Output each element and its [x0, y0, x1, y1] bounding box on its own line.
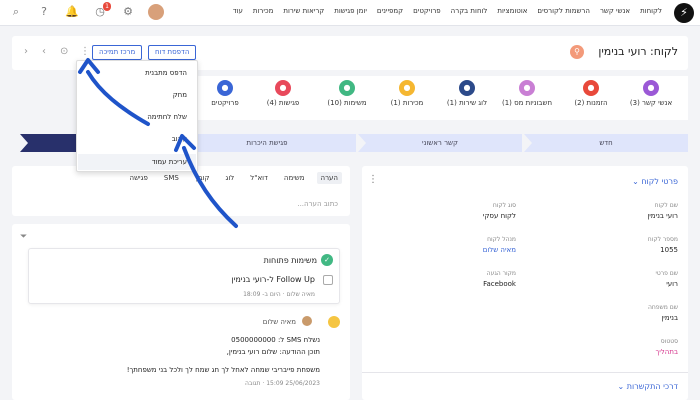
sms-line-2: תוכן ההודעה: שלום רועי בנימין,	[226, 348, 320, 356]
tab-file[interactable]: קובץ	[191, 172, 214, 184]
gear-icon[interactable]: ⚙	[120, 4, 136, 20]
menu-follow[interactable]: עקוב	[172, 135, 187, 143]
task-checkbox[interactable]	[323, 275, 333, 285]
avatar[interactable]	[148, 4, 164, 20]
contact-methods-header[interactable]: דרכי התקשרות ⌄	[618, 382, 678, 391]
search-icon[interactable]: ⌕	[8, 4, 24, 20]
meetings-icon: ●	[275, 80, 291, 96]
stat-orders[interactable]: ● הזמנות (2)	[556, 80, 626, 107]
sms-line-1: נשלח SMS ל: 0500000000	[231, 336, 320, 344]
client-status-icon: ⚲	[570, 45, 584, 59]
related-records-bar: ● אנשי קשר (3) ● הזמנות (2) ● חשבוניות מס (…	[190, 76, 688, 120]
nav-service-calls[interactable]: קריאות שירות	[283, 7, 324, 15]
activity-composer: הערה משימה דוא"ל לוג קובץ SMS פגישה כתוב…	[12, 166, 350, 216]
support-center-button[interactable]: מרכז תמיכה	[92, 45, 143, 60]
more-options-icon[interactable]: ⋮	[368, 174, 378, 185]
tab-note[interactable]: הערה	[316, 172, 342, 184]
field-status: סטטוס בתהליך	[655, 338, 678, 356]
stat-invoices[interactable]: ● חשבוניות מס (1)	[492, 80, 562, 107]
note-input[interactable]: כתוב הערה...	[297, 200, 338, 208]
nav-projects[interactable]: פרויקטים	[413, 7, 441, 15]
author-avatar	[302, 316, 312, 326]
app-logo[interactable]: ⚡	[674, 3, 694, 23]
divider	[362, 372, 688, 373]
open-tasks-card: ✓ משימות פתוחות Follow Up ל-רועי בנימין …	[28, 248, 340, 304]
help-icon[interactable]: ?	[36, 4, 52, 20]
field-client-number: מספר לקוח 1055	[647, 236, 678, 254]
menu-send-for-signature[interactable]: שלח לחתימה	[147, 113, 187, 121]
orders-icon: ●	[583, 80, 599, 96]
service-log-icon: ●	[459, 80, 475, 96]
stat-tasks[interactable]: ● משימות (10)	[312, 80, 382, 107]
activity-tabs: הערה משימה דוא"ל לוג קובץ SMS פגישה	[126, 172, 342, 184]
stage-new[interactable]: חדש	[524, 134, 688, 152]
bell-icon[interactable]: 🔔	[64, 4, 80, 20]
menu-print-from-template[interactable]: הדפס מתבנית	[145, 69, 187, 77]
menu-delete[interactable]: מחק	[173, 91, 187, 99]
nav-automations[interactable]: אוטומציות	[497, 7, 527, 15]
nav-meetings-calendar[interactable]: יומן פגישות	[334, 7, 367, 15]
tab-task[interactable]: משימה	[280, 172, 309, 184]
menu-edit-page[interactable]: עריכת עמוד	[152, 158, 187, 166]
sms-type-icon	[328, 316, 340, 328]
sms-author: מאיה שלום	[262, 318, 296, 326]
open-tasks-title: משימות פתוחות	[263, 256, 317, 265]
field-account-manager: מנהל לקוח מאיה שלום	[482, 236, 516, 254]
more-options-icon[interactable]: ⋮	[80, 46, 90, 57]
field-lead-source: מקור הגעה Facebook	[483, 270, 516, 288]
nav-clients[interactable]: לקוחות	[640, 7, 662, 15]
client-details-panel: פרטי לקוח ⌄ ⋮ שם לקוח רועי בנימין סוג לקו…	[362, 166, 688, 400]
tasks-icon: ●	[339, 80, 355, 96]
reply-link[interactable]: תגובה	[245, 380, 260, 387]
tab-email[interactable]: דוא"ל	[246, 172, 272, 184]
nav-dashboards[interactable]: לוחות בקרה	[451, 7, 488, 15]
top-navigation: ⚡ לקוחות אנשי קשר הרשמות לקורסים אוטומצי…	[0, 0, 700, 26]
nav-contacts[interactable]: אנשי קשר	[600, 7, 630, 15]
sms-meta: 25/06/2023 15:09 · תגובה	[245, 380, 320, 387]
invoices-icon: ●	[519, 80, 535, 96]
print-report-button[interactable]: הדפסת דוח	[148, 45, 197, 60]
nav-more[interactable]: עוד	[233, 7, 243, 15]
field-client-name: שם לקוח רועי בנימין	[647, 202, 678, 220]
previous-record-icon[interactable]: ‹	[24, 46, 28, 57]
client-details-header[interactable]: פרטי לקוח ⌄	[632, 177, 678, 186]
projects-icon: ●	[217, 80, 233, 96]
sales-icon: ●	[399, 80, 415, 96]
nav-course-registrations[interactable]: הרשמות לקורסים	[537, 7, 590, 15]
task-item[interactable]: Follow Up ל-רועי בנימין	[231, 275, 315, 284]
check-icon: ✓	[321, 254, 333, 266]
contacts-icon: ●	[643, 80, 659, 96]
tab-log[interactable]: לוג	[222, 172, 239, 184]
field-client-type: סוג לקוח לקוח עסקי	[482, 202, 516, 220]
nav-sales[interactable]: מכירות	[253, 7, 273, 15]
stage-intro-meeting[interactable]: פגישת היכרות	[178, 134, 356, 152]
stat-contacts[interactable]: ● אנשי קשר (3)	[616, 80, 686, 107]
stat-projects[interactable]: ● פרויקטים	[190, 80, 260, 107]
history-icon[interactable]: ◷ 1	[92, 2, 111, 20]
notification-badge: 1	[103, 2, 111, 11]
tab-meeting[interactable]: פגישה	[126, 172, 152, 184]
field-last-name: שם משפחה בנימין	[647, 304, 678, 322]
tab-sms[interactable]: SMS	[160, 172, 183, 184]
more-options-menu: הדפס מתבנית מחק שלח לחתימה עקוב עריכת עמ…	[76, 60, 198, 172]
stat-sales[interactable]: ● מכירות (1)	[372, 80, 442, 107]
nav-campaigns[interactable]: קמפיינים	[377, 7, 403, 15]
field-first-name: שם פרטי רועי	[655, 270, 678, 288]
activity-feed: ⏷ ✓ משימות פתוחות Follow Up ל-רועי בנימי…	[12, 224, 350, 400]
next-record-icon[interactable]: ›	[42, 46, 46, 57]
stat-service-log[interactable]: ● לוג שירות (1)	[432, 80, 502, 107]
favorite-icon[interactable]: ⊙	[60, 46, 68, 57]
task-meta: מאיה שלום · היום ב- 18:09	[243, 291, 315, 298]
page-title: לקוח: רועי בנימין	[598, 45, 678, 58]
main-menu: לקוחות אנשי קשר הרשמות לקורסים אוטומציות…	[233, 7, 662, 15]
sms-line-3: משפחת פייבריבי שמחה לאחל לך חג שמח לך ול…	[126, 366, 320, 374]
stage-first-contact[interactable]: קשר ראשוני	[358, 134, 522, 152]
top-icons: ⌕ ? 🔔 ◷ 1 ⚙	[8, 2, 164, 20]
filter-icon[interactable]: ⏷	[20, 232, 27, 242]
